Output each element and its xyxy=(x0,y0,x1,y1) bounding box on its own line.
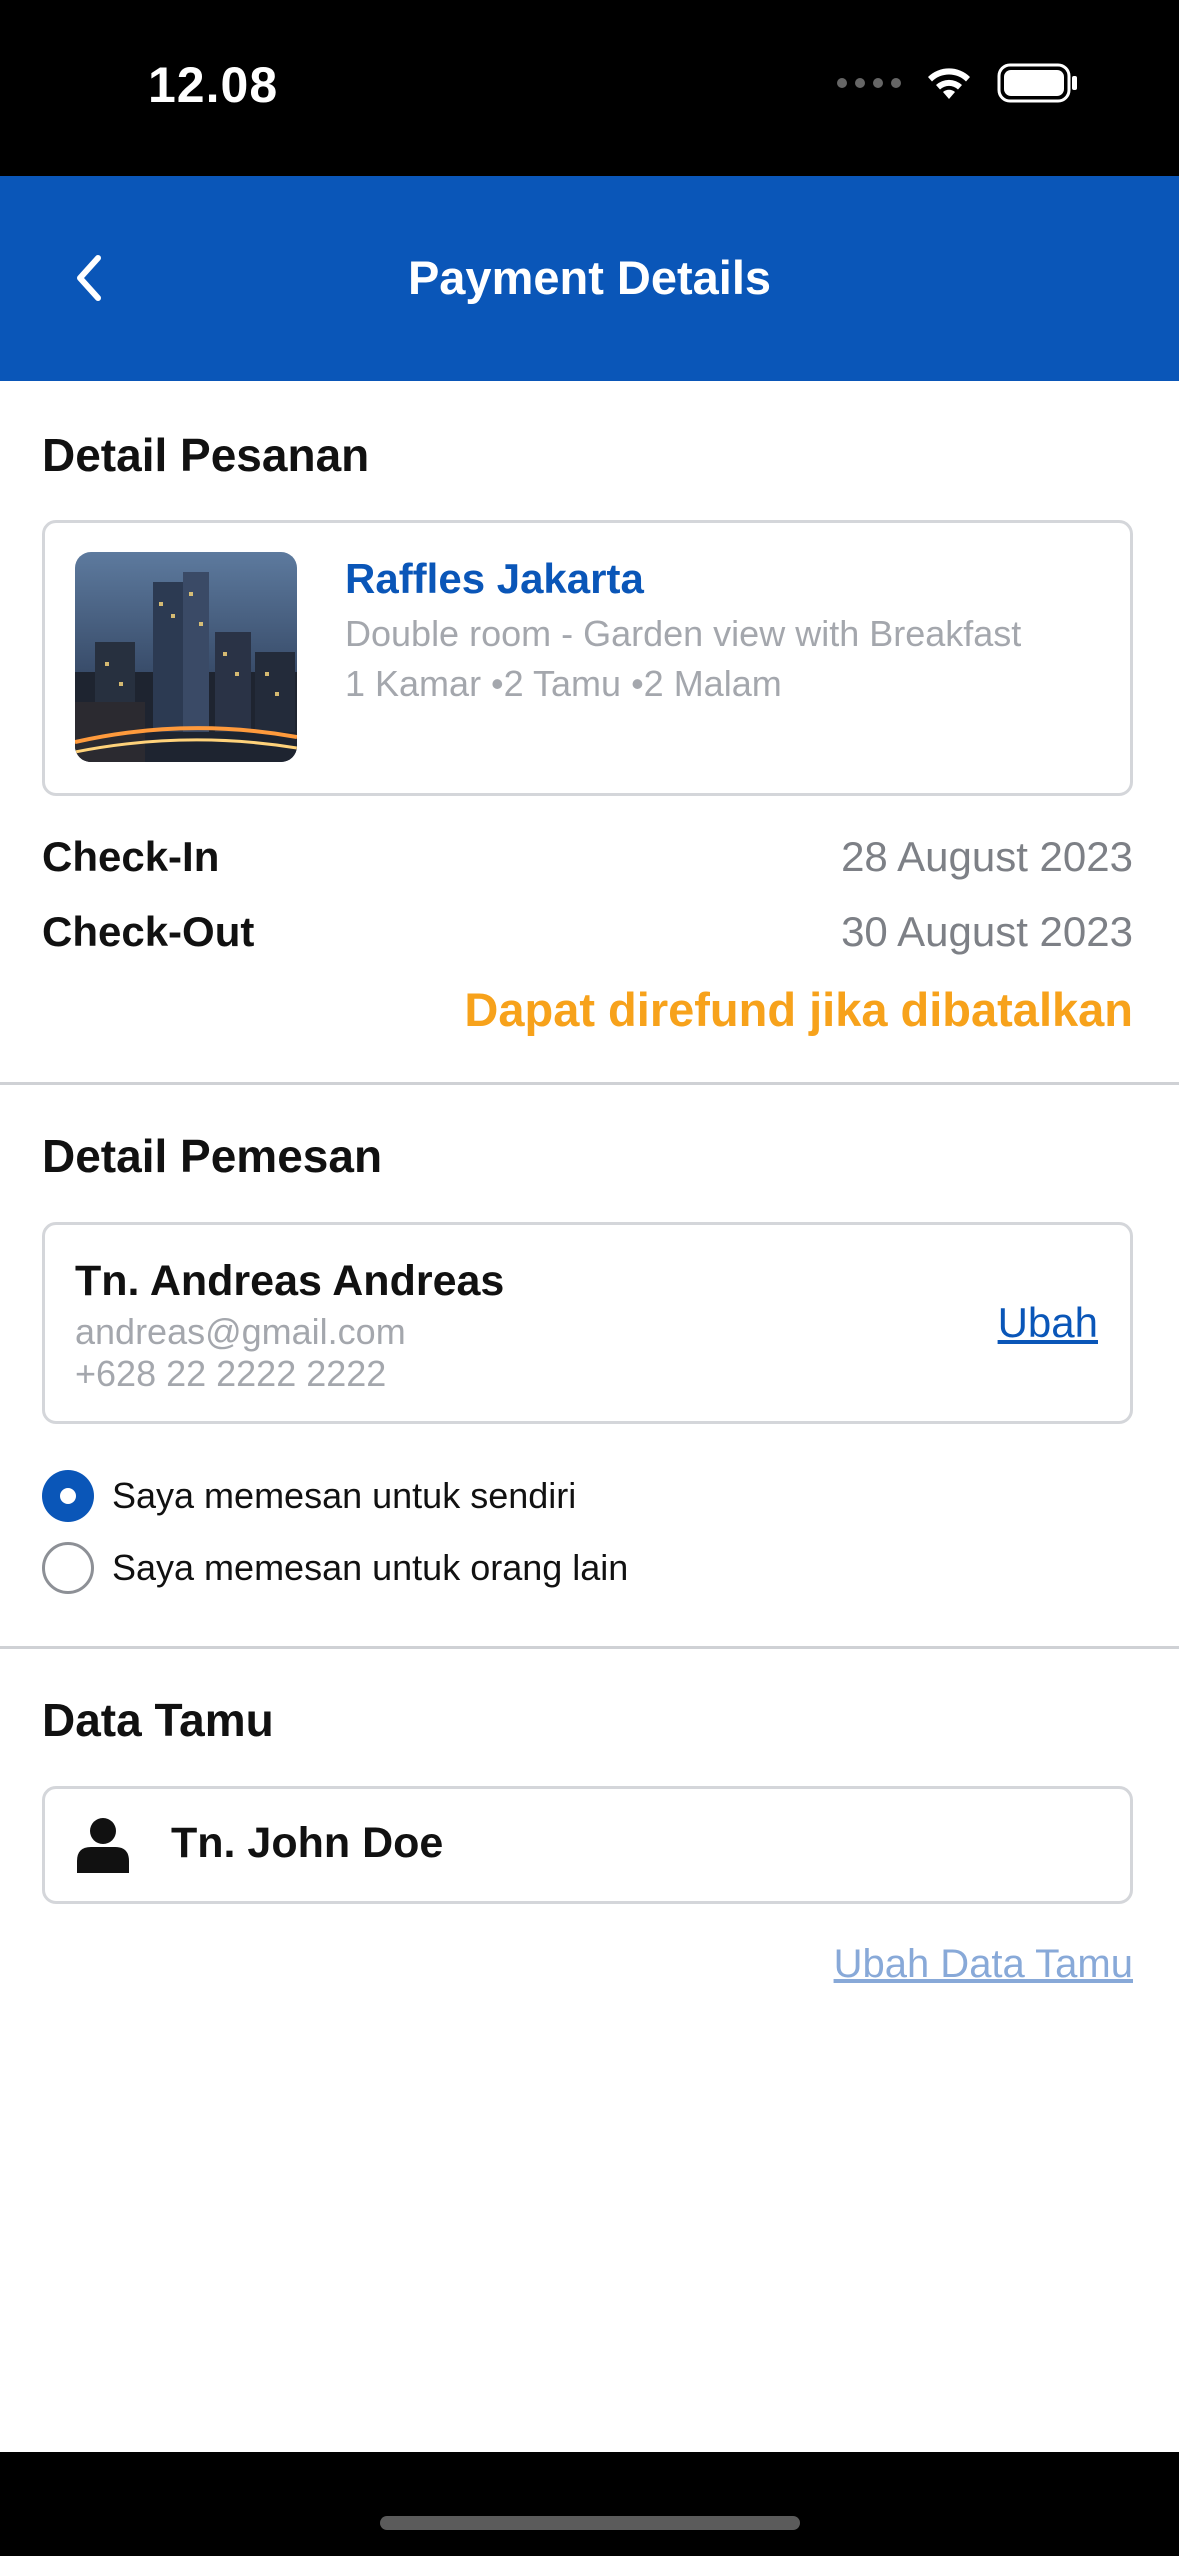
check-in-label: Check-In xyxy=(42,833,220,880)
signal-icon xyxy=(837,78,901,88)
home-indicator[interactable] xyxy=(380,2516,800,2530)
radio-checked-icon[interactable] xyxy=(42,1470,94,1522)
status-icons xyxy=(837,62,1079,104)
edit-booker-link[interactable]: Ubah xyxy=(998,1299,1098,1347)
status-time: 12.08 xyxy=(148,57,279,113)
stay-summary: 1 Kamar •2 Tamu •2 Malam xyxy=(345,663,782,704)
radio-label: Saya memesan untuk orang lain xyxy=(112,1547,629,1588)
page-title: Payment Details xyxy=(407,251,772,304)
order-detail-title: Detail Pesanan xyxy=(42,429,370,481)
person-icon xyxy=(77,1818,129,1873)
hotel-image xyxy=(75,552,297,762)
booker-detail-title: Detail Pemesan xyxy=(42,1130,383,1182)
status-bar: 12.08 xyxy=(0,0,1179,176)
edit-guest-link[interactable]: Ubah Data Tamu xyxy=(834,1942,1133,1987)
radio-book-for-other[interactable]: Saya memesan untuk orang lain xyxy=(42,1542,628,1594)
check-in-value: 28 August 2023 xyxy=(841,833,1133,880)
guest-name: Tn. John Doe xyxy=(171,1819,444,1867)
wifi-icon xyxy=(928,68,970,99)
booker-card: Tn. Andreas Andreas andreas@gmail.com +6… xyxy=(42,1222,1133,1424)
bottom-bar xyxy=(0,2452,1179,2556)
booker-email: andreas@gmail.com xyxy=(75,1311,406,1352)
battery-icon xyxy=(997,63,1077,103)
guest-card: Tn. John Doe xyxy=(42,1786,1133,1904)
refund-note: Dapat direfund jika dibatalkan xyxy=(464,983,1133,1036)
check-out-label: Check-Out xyxy=(42,908,255,955)
booker-phone: +628 22 2222 2222 xyxy=(75,1353,387,1394)
section-divider xyxy=(0,1646,1179,1649)
radio-unchecked-icon[interactable] xyxy=(42,1542,94,1594)
section-divider xyxy=(0,1082,1179,1085)
check-out-value: 30 August 2023 xyxy=(841,908,1133,955)
guest-data-title: Data Tamu xyxy=(42,1694,274,1746)
hotel-name: Raffles Jakarta xyxy=(345,555,644,602)
radio-label: Saya memesan untuk sendiri xyxy=(112,1475,577,1516)
hotel-card: Raffles Jakarta Double room - Garden vie… xyxy=(42,520,1133,796)
app-header: Payment Details xyxy=(0,176,1179,381)
booker-name: Tn. Andreas Andreas xyxy=(75,1257,505,1305)
room-type: Double room - Garden view with Breakfast xyxy=(345,613,1022,654)
radio-book-for-self[interactable]: Saya memesan untuk sendiri xyxy=(42,1470,576,1522)
